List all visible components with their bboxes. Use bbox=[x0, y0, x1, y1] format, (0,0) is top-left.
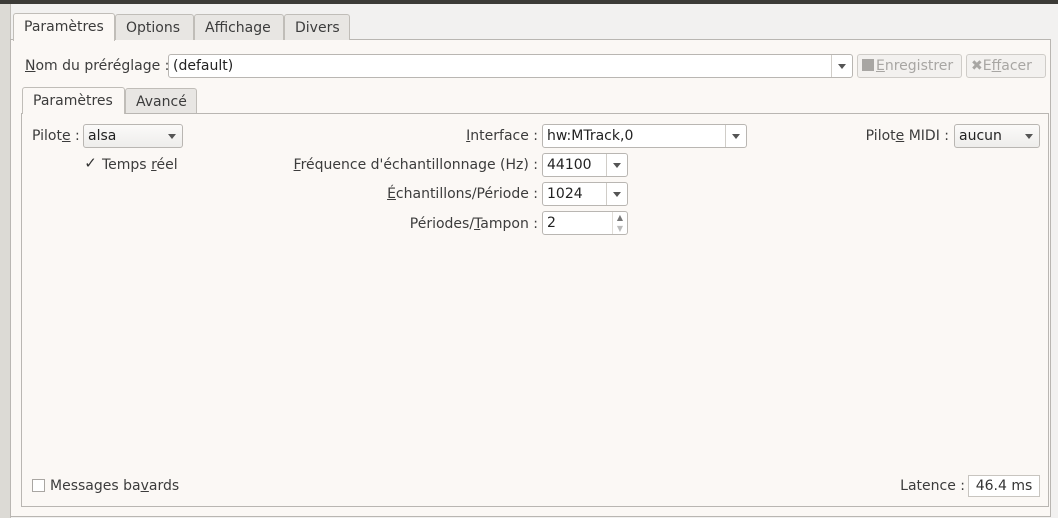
preset-label: Nom du préréglage : bbox=[25, 58, 170, 74]
realtime-checkbox[interactable]: ✓ bbox=[84, 156, 97, 171]
floppy-icon bbox=[862, 59, 874, 71]
periods-label: Périodes/Tampon : bbox=[409, 216, 538, 232]
spin-down-icon[interactable]: ▼ bbox=[613, 223, 627, 234]
spin-up-icon[interactable]: ▲ bbox=[613, 212, 627, 223]
samplerate-label: Fréquence d'échantillonnage (Hz) : bbox=[293, 157, 538, 173]
chevron-down-icon bbox=[1019, 125, 1039, 147]
samplerate-combo[interactable]: 44100 bbox=[542, 153, 628, 177]
preset-combo[interactable]: (default) bbox=[168, 54, 853, 78]
tab-inner-parametres[interactable]: Paramètres bbox=[22, 87, 125, 114]
midi-label: Pilote MIDI : bbox=[865, 128, 949, 144]
midi-value: aucun bbox=[959, 128, 1002, 144]
verbose-label: Messages bavards bbox=[50, 478, 180, 494]
interface-label: Interface : bbox=[466, 128, 538, 144]
tab-affichage[interactable]: Affichage bbox=[194, 14, 284, 40]
frames-label: Échantillons/Période : bbox=[387, 186, 538, 202]
title-bar bbox=[0, 0, 1058, 4]
tab-divers[interactable]: Divers bbox=[284, 14, 350, 40]
realtime-label: Temps réel bbox=[102, 157, 178, 173]
chevron-down-icon bbox=[162, 125, 182, 147]
tab-options[interactable]: Options bbox=[115, 14, 194, 40]
tab-avance[interactable]: Avancé bbox=[125, 88, 197, 113]
frames-value: 1024 bbox=[547, 186, 583, 202]
chevron-down-icon[interactable] bbox=[606, 183, 627, 205]
spin-arrows[interactable]: ▲ ▼ bbox=[612, 212, 627, 234]
driver-select[interactable]: alsa bbox=[83, 124, 183, 148]
samplerate-value: 44100 bbox=[547, 157, 592, 173]
latency-label: Latence : bbox=[900, 478, 965, 494]
preset-value: (default) bbox=[173, 58, 234, 74]
periods-value: 2 bbox=[547, 215, 556, 231]
frames-combo[interactable]: 1024 bbox=[542, 182, 628, 206]
x-icon: ✖ bbox=[971, 58, 983, 74]
midi-select[interactable]: aucun bbox=[954, 124, 1040, 148]
driver-label: Pilote : bbox=[32, 128, 80, 144]
driver-value: alsa bbox=[88, 128, 117, 144]
interface-combo[interactable]: hw:MTrack,0 bbox=[542, 124, 747, 148]
interface-value: hw:MTrack,0 bbox=[547, 128, 634, 144]
tab-parametres[interactable]: Paramètres bbox=[13, 13, 115, 41]
clear-button[interactable]: ✖Effacer bbox=[966, 54, 1046, 78]
verbose-checkbox[interactable] bbox=[32, 479, 45, 492]
save-button[interactable]: Enregistrer bbox=[857, 54, 962, 78]
chevron-down-icon[interactable] bbox=[606, 154, 627, 176]
periods-spinbox[interactable]: 2 ▲ ▼ bbox=[542, 211, 628, 235]
chevron-down-icon[interactable] bbox=[725, 125, 746, 147]
chevron-down-icon[interactable] bbox=[831, 55, 852, 77]
latency-value: 46.4 ms bbox=[968, 475, 1040, 497]
